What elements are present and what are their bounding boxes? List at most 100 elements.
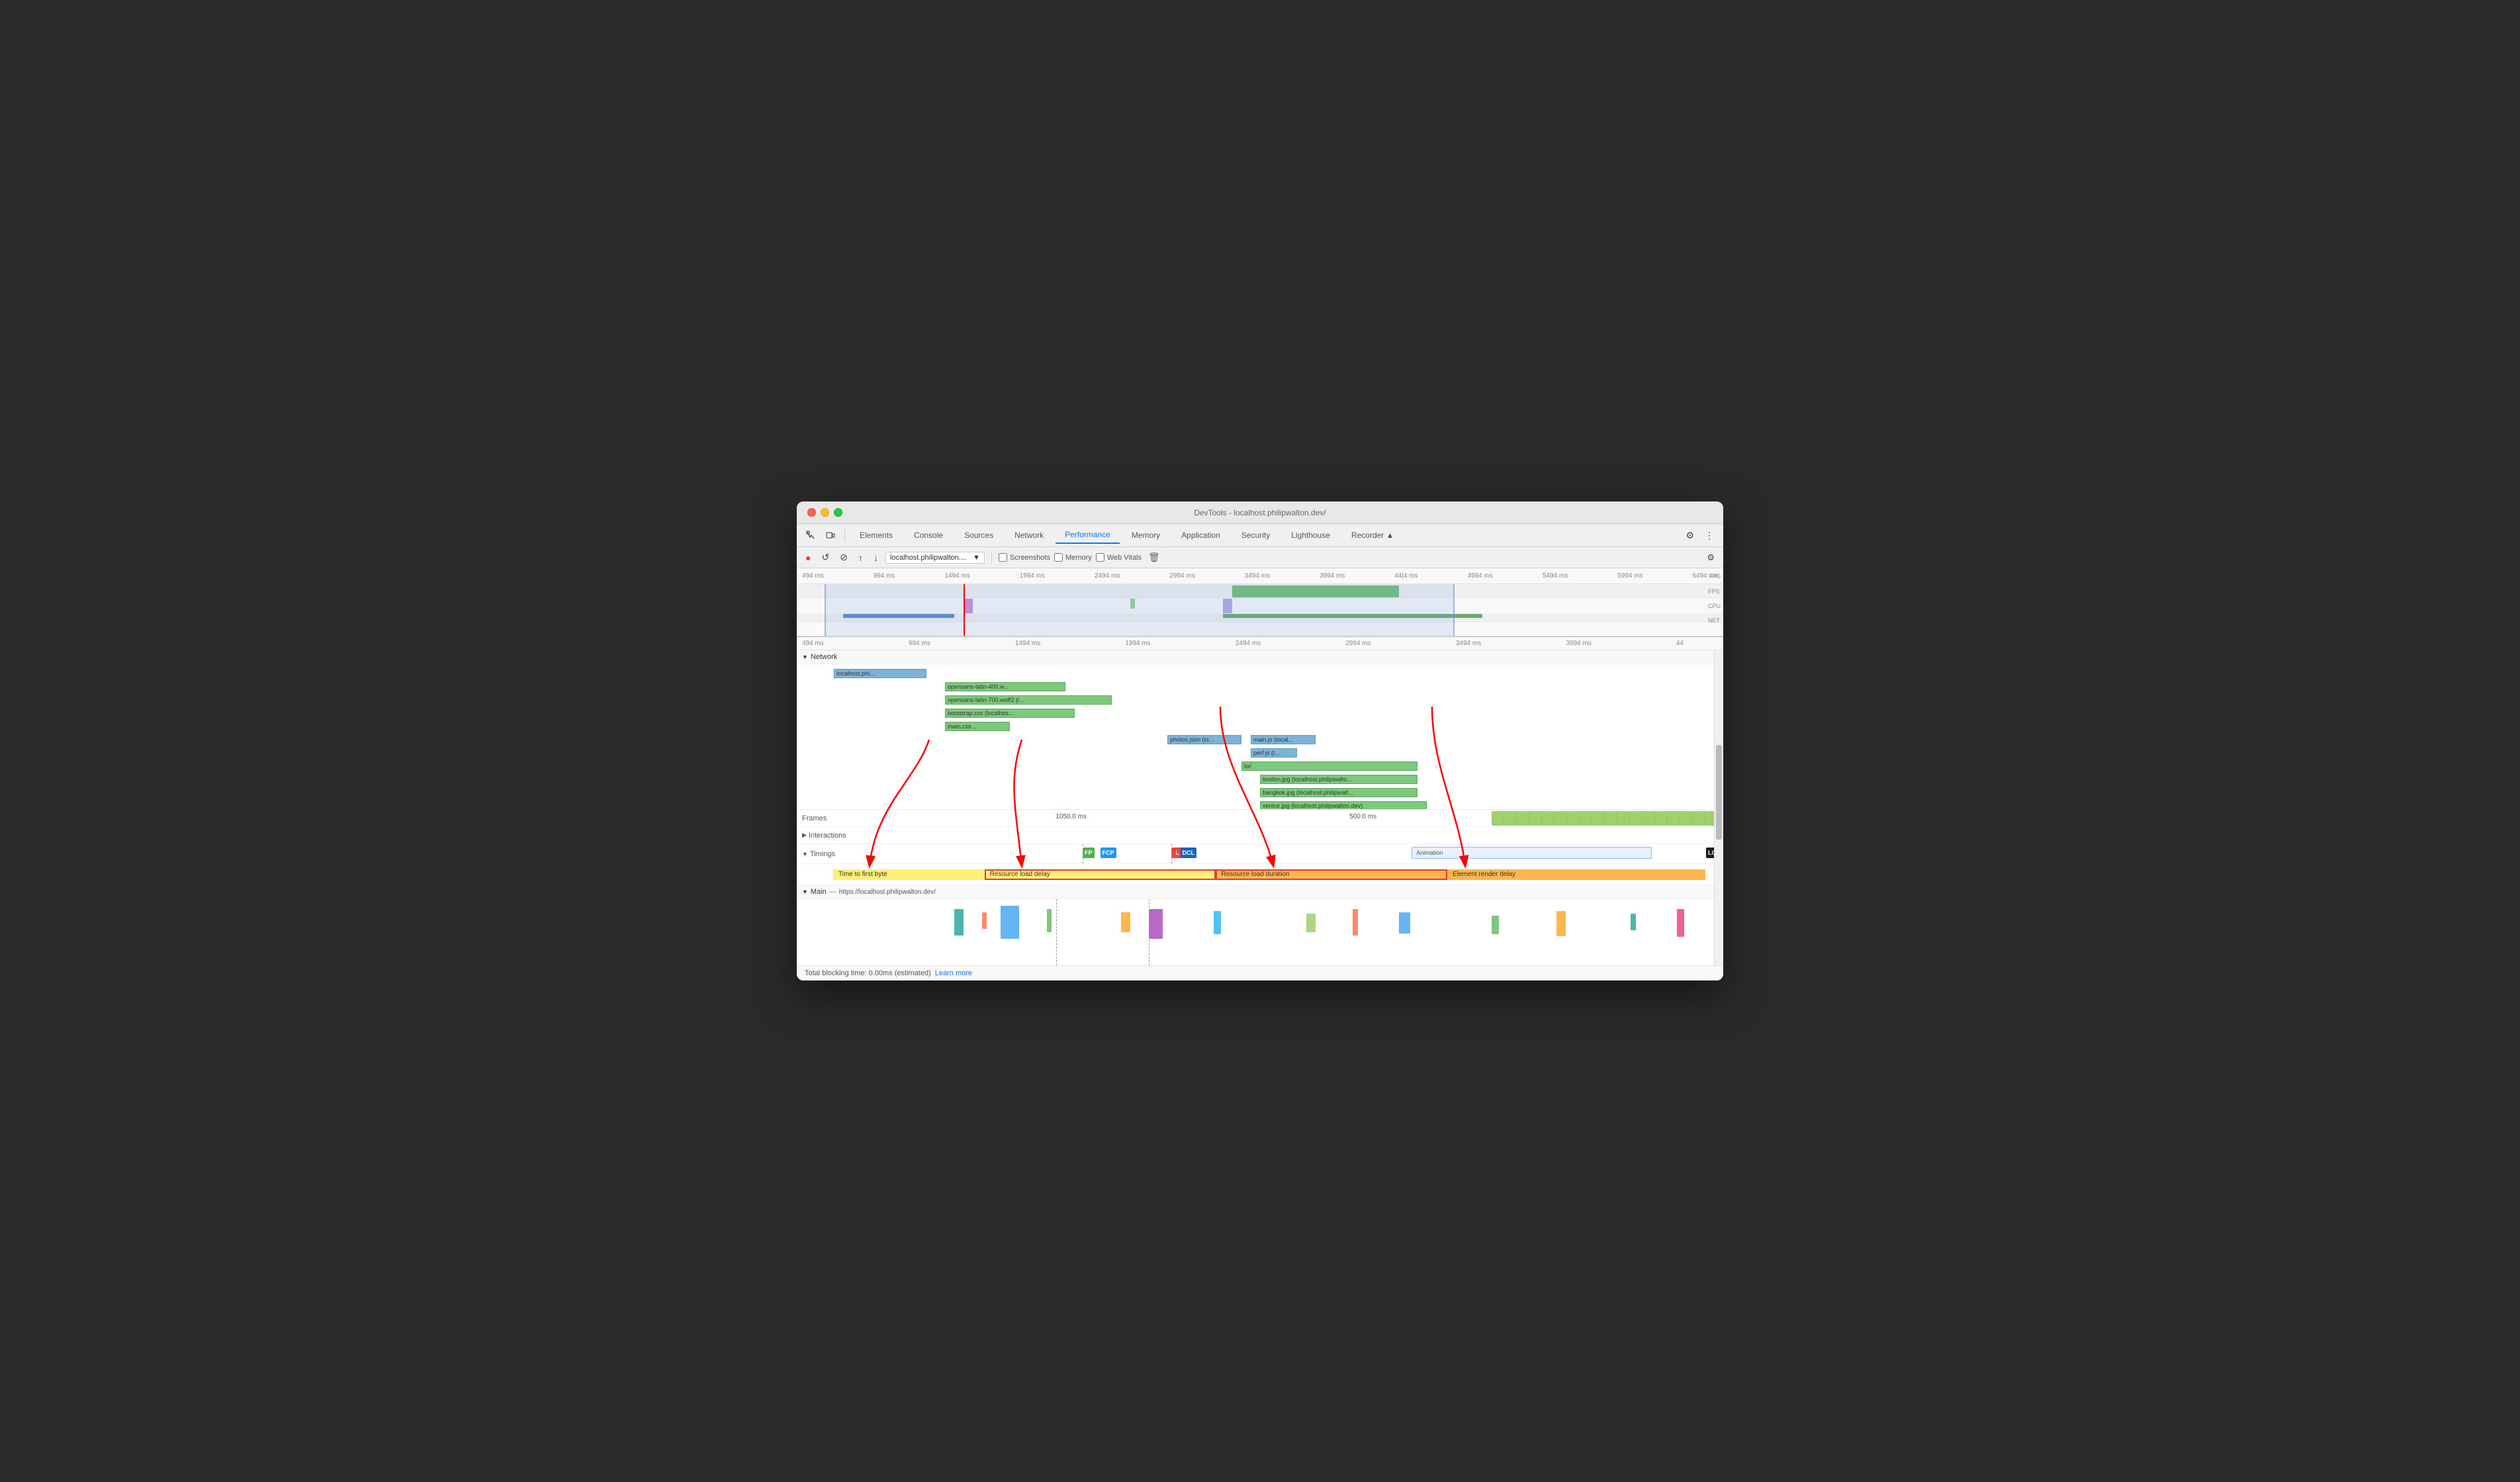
- memory-checkbox[interactable]: Memory: [1054, 553, 1092, 562]
- main-section-header[interactable]: ▼ Main — https://localhost.philipwalton.…: [797, 885, 1723, 899]
- timings-row[interactable]: ▼ Timings FP FCP L DCL Ani: [797, 844, 1723, 864]
- right-labels: FPS CPU NET: [1708, 584, 1721, 628]
- fps-right-label: FPS: [1708, 588, 1721, 595]
- tab-network[interactable]: Network: [1005, 527, 1053, 543]
- ruler-label: 494 ms: [802, 572, 824, 580]
- tab-security[interactable]: Security: [1232, 527, 1279, 543]
- network-row: opensans-latin-400.w...: [797, 680, 1723, 693]
- overview-selection[interactable]: [825, 584, 1455, 636]
- frames-content: 1050.0 ms 500.0 ms: [833, 810, 1723, 826]
- ruler-label: 2994 ms: [1169, 572, 1194, 580]
- net-resource-perfjs[interactable]: perf.js (l...: [1251, 748, 1297, 758]
- tab-gear-area: ⚙ ⋮: [1682, 527, 1718, 544]
- timing-fcp-badge[interactable]: FCP: [1101, 848, 1116, 858]
- timeline-overview[interactable]: FPS CPU NET: [797, 584, 1723, 637]
- close-button[interactable]: [807, 508, 816, 517]
- panel-main: ▼ Network localhost.phi... opensans-lati…: [797, 650, 1723, 965]
- rt-bar-rldur: Resource load duration: [1216, 869, 1447, 880]
- minimize-button[interactable]: [821, 508, 829, 517]
- inspect-element-button[interactable]: [802, 528, 819, 543]
- overview-ruler: 494 ms 994 ms 1494 ms 1994 ms 2494 ms 29…: [797, 568, 1723, 584]
- rt-bar-area: Time to first byte Resource load delay R…: [833, 867, 1723, 883]
- clear-recording-button[interactable]: 🗑: [1146, 550, 1163, 564]
- animation-bar[interactable]: Animation: [1412, 847, 1652, 859]
- screenshots-checkbox[interactable]: Screenshots: [999, 553, 1050, 562]
- tab-elements[interactable]: Elements: [850, 527, 902, 543]
- device-toolbar-button[interactable]: [822, 528, 839, 543]
- performance-settings-button[interactable]: ⚙: [1703, 550, 1718, 565]
- timing-dcl-badge[interactable]: DCL: [1181, 848, 1197, 858]
- flame-chart[interactable]: [797, 899, 1723, 965]
- cursor-line: [964, 584, 965, 636]
- network-row: bangkok.jpg (localhost.philipwalt...: [797, 786, 1723, 799]
- flame-bar: [982, 912, 987, 929]
- net-resource-opensans400[interactable]: opensans-latin-400.w...: [945, 682, 1065, 691]
- interactions-arrow[interactable]: ▶: [802, 832, 807, 839]
- net-resource-bootstrap[interactable]: bootstrap.css (localhos...: [945, 709, 1075, 718]
- flame-bar: [1214, 911, 1221, 934]
- ruler-label-list: 494 ms 994 ms 1494 ms 1994 ms 2494 ms 29…: [802, 572, 1718, 580]
- net-resource-maincss[interactable]: main.css ...: [945, 722, 1010, 731]
- upload-button[interactable]: ↑: [855, 550, 866, 565]
- maximize-button[interactable]: [834, 508, 842, 517]
- network-row: opensans-latin-700.woff2 (l...: [797, 693, 1723, 707]
- detail-label: 2994 ms: [1345, 640, 1371, 647]
- ruler-label: 3494 ms: [1245, 572, 1270, 580]
- main-label: Main: [811, 888, 827, 896]
- net-resource-mainjs[interactable]: main.js (local...: [1251, 735, 1316, 744]
- net-resource-london2: [1251, 762, 1418, 771]
- network-section-header[interactable]: ▼ Network: [797, 650, 1723, 664]
- record-button[interactable]: ●: [802, 550, 814, 565]
- net-resource-london-r[interactable]: london.jpg (localhost.philipwalto...: [1260, 775, 1418, 784]
- flame-bar: [1399, 912, 1410, 934]
- settings-button[interactable]: ⚙: [1682, 527, 1698, 544]
- network-row: photos.json (lo... main.js (local...: [797, 733, 1723, 746]
- tab-recorder[interactable]: Recorder ▲: [1342, 527, 1404, 543]
- net-resource-photosjson[interactable]: photos.json (lo...: [1167, 735, 1241, 744]
- devtools-window: DevTools - localhost.philipwalton.dev/ E…: [797, 501, 1723, 981]
- cpu-right-label: CPU: [1708, 603, 1721, 609]
- url-text: localhost.philipwalton....: [890, 554, 970, 562]
- timeline-rows: Frames 1050.0 ms 500.0 ms ▶: [797, 810, 1723, 864]
- network-collapse-arrow[interactable]: ▼: [802, 654, 808, 660]
- frames-time-label-2: 500.0 ms: [1349, 813, 1376, 820]
- timings-arrow[interactable]: ▼: [802, 851, 808, 857]
- net-right-label: NET: [1708, 617, 1721, 624]
- ruler-label: 1994 ms: [1020, 572, 1045, 580]
- tab-lighthouse[interactable]: Lighthouse: [1282, 527, 1339, 543]
- tab-console[interactable]: Console: [905, 527, 952, 543]
- flame-bar: [1631, 914, 1636, 930]
- detail-label: 1994 ms: [1125, 640, 1150, 647]
- timings-label[interactable]: ▼ Timings: [797, 850, 833, 858]
- net-resource-localhost[interactable]: localhost.phi...: [834, 669, 926, 678]
- scrollbar-thumb[interactable]: [1716, 745, 1722, 840]
- net-resource-opensans700[interactable]: opensans-latin-700.woff2 (l...: [945, 695, 1112, 705]
- timing-fp-badge[interactable]: FP: [1083, 848, 1095, 858]
- web-vitals-checkbox[interactable]: Web Vitals: [1096, 553, 1142, 562]
- flame-bar: [1677, 909, 1684, 937]
- interactions-label[interactable]: ▶ Interactions: [797, 832, 833, 840]
- url-selector[interactable]: localhost.philipwalton.... ▼: [885, 552, 985, 564]
- main-collapse-arrow[interactable]: ▼: [802, 889, 808, 895]
- detail-label: 44: [1676, 640, 1684, 647]
- clear-button[interactable]: ⊘: [836, 550, 851, 565]
- performance-toolbar: ● ↺ ⊘ ↑ ↓ localhost.philipwalton.... ▼ S…: [797, 547, 1723, 568]
- flame-bar: [1121, 912, 1130, 932]
- tab-memory[interactable]: Memory: [1122, 527, 1169, 543]
- learn-more-link[interactable]: Learn more: [935, 969, 972, 977]
- tab-application[interactable]: Application: [1172, 527, 1230, 543]
- download-button[interactable]: ↓: [870, 550, 881, 565]
- scrollbar-track[interactable]: [1714, 650, 1723, 965]
- ruler-label: 5494 ms: [1543, 572, 1568, 580]
- tab-performance[interactable]: Performance: [1056, 527, 1120, 544]
- ruler-label: 44|4 ms: [1394, 572, 1418, 580]
- net-resource-venice[interactable]: venice.jpg (localhost.philipwalton.dev): [1260, 801, 1427, 810]
- reload-record-button[interactable]: ↺: [818, 550, 832, 565]
- interactions-row[interactable]: ▶ Interactions: [797, 827, 1723, 844]
- detail-label: 494 ms: [802, 640, 824, 647]
- net-resource-bangkok[interactable]: bangkok.jpg (localhost.philipwalt...: [1260, 788, 1418, 797]
- network-row: main.css ...: [797, 720, 1723, 733]
- more-button[interactable]: ⋮: [1701, 527, 1718, 544]
- tab-sources[interactable]: Sources: [955, 527, 1003, 543]
- network-timeline[interactable]: localhost.phi... opensans-latin-400.w...…: [797, 664, 1723, 810]
